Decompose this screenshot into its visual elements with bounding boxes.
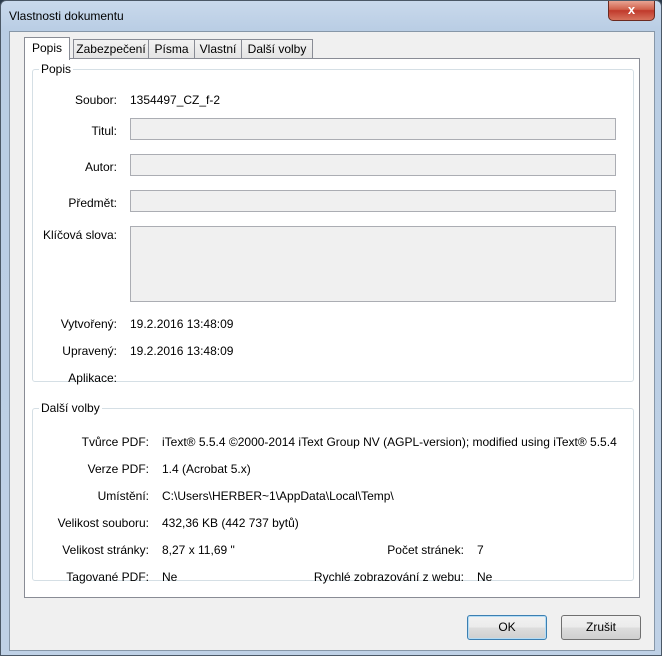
modified-label: Upravený: xyxy=(62,344,117,358)
page-count-label: Počet stránek: xyxy=(387,543,464,557)
fast-web-view-value: Ne xyxy=(477,570,493,584)
tab-dalsi-volby[interactable]: Další volby xyxy=(241,39,313,59)
author-label: Autor: xyxy=(84,160,117,174)
fast-web-view-label: Rychlé zobrazování z webu: xyxy=(313,570,464,584)
ok-button-label: OK xyxy=(498,620,516,634)
tagged-pdf-value: Ne xyxy=(162,570,178,584)
tab-panel-popis: Popis Soubor: 1354497_CZ_f-2 Titul: Auto… xyxy=(24,58,640,598)
advanced-legend: Další volby xyxy=(41,401,100,415)
modified-value: 19.2.2016 13:48:09 xyxy=(130,344,234,358)
file-size-label: Velikost souboru: xyxy=(57,516,149,530)
window-title: Vlastnosti dokumentu xyxy=(9,9,124,23)
author-field[interactable] xyxy=(130,154,616,176)
producer-label: Tvůrce PDF: xyxy=(81,435,149,449)
close-icon: x xyxy=(627,2,636,17)
title-bar[interactable]: Vlastnosti dokumentu x xyxy=(1,1,661,31)
tab-label: Zabezpečení xyxy=(76,42,146,56)
pdf-version-label: Verze PDF: xyxy=(87,462,149,476)
tab-label: Další volby xyxy=(247,42,307,56)
close-button[interactable]: x xyxy=(608,1,655,21)
description-group: Popis xyxy=(32,62,634,382)
title-field[interactable] xyxy=(130,118,616,140)
page-size-label: Velikost stránky: xyxy=(62,543,149,557)
tab-pisma[interactable]: Písma xyxy=(148,39,195,59)
pdf-version-value: 1.4 (Acrobat 5.x) xyxy=(162,462,251,476)
description-legend: Popis xyxy=(41,62,72,76)
cancel-button-label: Zrušit xyxy=(586,620,616,634)
file-label: Soubor: xyxy=(74,93,117,107)
page-size-value: 8,27 x 11,69 " xyxy=(162,543,235,557)
keywords-field[interactable] xyxy=(130,226,616,302)
keywords-label: Klíčová slova: xyxy=(42,228,117,242)
producer-value: iText® 5.5.4 ©2000-2014 iText Group NV (… xyxy=(162,435,617,449)
location-label: Umístění: xyxy=(97,489,149,503)
tab-zabezpeceni[interactable]: Zabezpečení xyxy=(73,39,149,59)
tab-label: Písma xyxy=(154,42,189,56)
location-value: C:\Users\HERBER~1\AppData\Local\Temp\ xyxy=(162,489,394,503)
cancel-button[interactable]: Zrušit xyxy=(561,615,641,640)
title-label: Titul: xyxy=(91,124,117,138)
subject-label: Předmět: xyxy=(68,196,117,210)
tab-label: Popis xyxy=(31,41,63,55)
dialog-client-area: Popis Zabezpečení Písma Vlastní Další vo… xyxy=(9,31,655,651)
tagged-pdf-label: Tagované PDF: xyxy=(66,570,149,584)
subject-field[interactable] xyxy=(130,190,616,212)
created-value: 19.2.2016 13:48:09 xyxy=(130,317,234,331)
document-properties-dialog: Vlastnosti dokumentu x Popis Zabezpečení… xyxy=(0,0,662,656)
ok-button[interactable]: OK xyxy=(467,615,547,640)
application-label: Aplikace: xyxy=(68,371,117,385)
page-count-value: 7 xyxy=(477,543,484,557)
tab-label: Vlastní xyxy=(199,42,237,56)
created-label: Vytvořený: xyxy=(60,317,117,331)
file-value: 1354497_CZ_f-2 xyxy=(130,93,221,107)
tab-popis[interactable]: Popis xyxy=(24,37,70,60)
tab-vlastni[interactable]: Vlastní xyxy=(194,39,242,59)
file-size-value: 432,36 KB (442 737 bytů) xyxy=(162,516,299,530)
